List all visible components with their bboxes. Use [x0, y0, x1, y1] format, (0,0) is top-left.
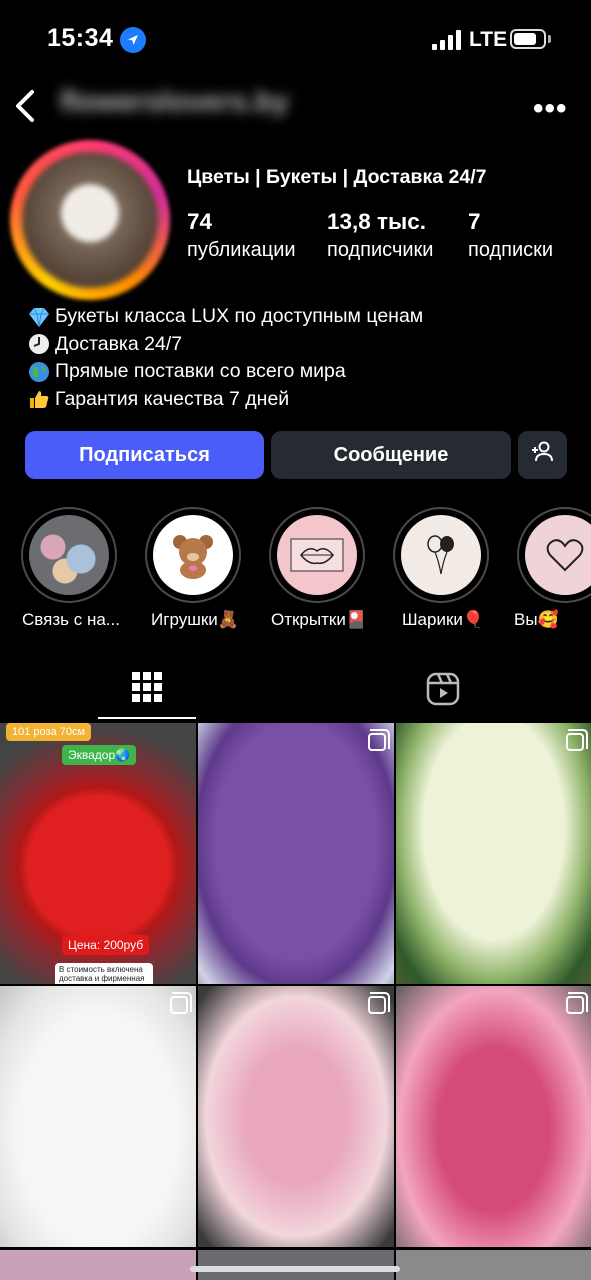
post-thumbnail[interactable] [0, 986, 196, 1247]
signal-icon [432, 30, 462, 50]
highlight-more[interactable]: Вы🥰 [514, 507, 591, 629]
network-type: LTE [469, 28, 508, 51]
post-thumbnail[interactable] [396, 986, 591, 1247]
stat-value: 13,8 тыс. [327, 209, 427, 234]
status-time: 15:34 [47, 24, 114, 52]
stat-label: подписки [468, 239, 554, 261]
follow-button[interactable]: Подписаться [25, 431, 264, 479]
post-thumbnail[interactable] [0, 1250, 196, 1280]
thumbs-up-icon [26, 388, 52, 410]
carousel-icon [566, 992, 588, 1014]
highlight-cover [525, 515, 591, 595]
reels-icon [426, 672, 460, 706]
stat-label: публикации [187, 239, 296, 261]
highlight-label: Вы🥰 [514, 610, 559, 629]
stat-label: подписчики [327, 239, 434, 261]
message-button[interactable]: Сообщение [271, 431, 511, 479]
highlight-label: Шарики🎈 [401, 610, 485, 629]
bio-line: Прямые поставки со всего мира [26, 358, 423, 386]
highlight-balloons[interactable]: Шарики🎈 [393, 507, 491, 629]
post-tag: Эквадор🌏 [62, 745, 137, 765]
highlight-contact[interactable]: Связь с на... [21, 507, 120, 629]
post-price: Цена: 200руб [62, 935, 150, 955]
active-tab-indicator [98, 717, 196, 719]
stat-value: 74 [187, 209, 213, 234]
heart-icon [546, 539, 584, 572]
stat-following[interactable]: 7 подписки [468, 209, 553, 262]
highlight-cards[interactable]: Открытки🎴 [269, 507, 367, 629]
stat-followers[interactable]: 13,8 тыс. подписчики [327, 209, 433, 262]
gem-icon [26, 306, 52, 328]
add-person-icon [530, 441, 556, 469]
teddy-bear-icon [173, 535, 213, 579]
bio-text: Доставка 24/7 [55, 332, 183, 355]
post-note: В стоимость включена доставка и фирменна… [55, 963, 153, 984]
back-chevron-icon[interactable] [10, 86, 50, 126]
tab-posts-grid[interactable] [98, 660, 196, 720]
stat-posts[interactable]: 74 публикации [187, 209, 296, 262]
post-thumbnail[interactable] [396, 723, 591, 984]
bio-line: Гарантия качества 7 дней [26, 386, 423, 414]
avatar[interactable] [22, 152, 158, 288]
bio-line: Доставка 24/7 [26, 331, 423, 359]
bio-line: Букеты класса LUX по доступным ценам [26, 303, 423, 331]
home-indicator [190, 1266, 400, 1272]
highlight-cover [29, 515, 109, 595]
highlight-cover [277, 515, 357, 595]
stat-value: 7 [468, 209, 481, 234]
post-tag: 101 роза 70см [6, 723, 92, 741]
highlight-cover [401, 515, 481, 595]
bio-text: Гарантия качества 7 дней [55, 387, 290, 410]
post-thumbnail[interactable] [198, 986, 394, 1247]
post-thumbnail[interactable] [198, 723, 394, 984]
grid-icon [132, 672, 162, 702]
post-thumbnail[interactable] [198, 1250, 394, 1280]
suggest-user-button[interactable] [518, 431, 567, 479]
highlight-label: Игрушки🧸 [151, 610, 239, 629]
location-arrow-icon [120, 27, 146, 53]
balloons-icon [427, 535, 454, 575]
bio-text: Прямые поставки со всего мира [55, 360, 346, 382]
battery-icon [510, 29, 546, 49]
bio-text: Букеты класса LUX по доступным ценам [55, 305, 424, 327]
highlight-cover [153, 515, 233, 595]
highlight-toys[interactable]: Игрушки🧸 [145, 507, 243, 629]
carousel-icon [170, 992, 192, 1014]
highlight-label: Связь с на... [22, 610, 120, 629]
profile-bio: Букеты класса LUX по доступным ценам Дос… [26, 303, 423, 413]
status-bar: 15:34 LTE [0, 0, 591, 80]
post-thumbnail[interactable]: 101 роза 70см Эквадор🌏 Цена: 200руб В ст… [0, 723, 196, 984]
carousel-icon [566, 729, 588, 751]
profile-username: flowerslovers.by [60, 86, 289, 118]
clock-icon [26, 333, 52, 355]
more-options-icon[interactable]: ••• [533, 92, 568, 126]
carousel-icon [368, 729, 390, 751]
tab-reels[interactable] [394, 660, 492, 720]
carousel-icon [368, 992, 390, 1014]
globe-icon [26, 361, 52, 383]
highlight-label: Открытки🎴 [270, 610, 367, 629]
post-thumbnail[interactable] [396, 1250, 591, 1280]
profile-category: Цветы | Букеты | Доставка 24/7 [187, 166, 487, 188]
lips-card-icon [290, 538, 344, 572]
